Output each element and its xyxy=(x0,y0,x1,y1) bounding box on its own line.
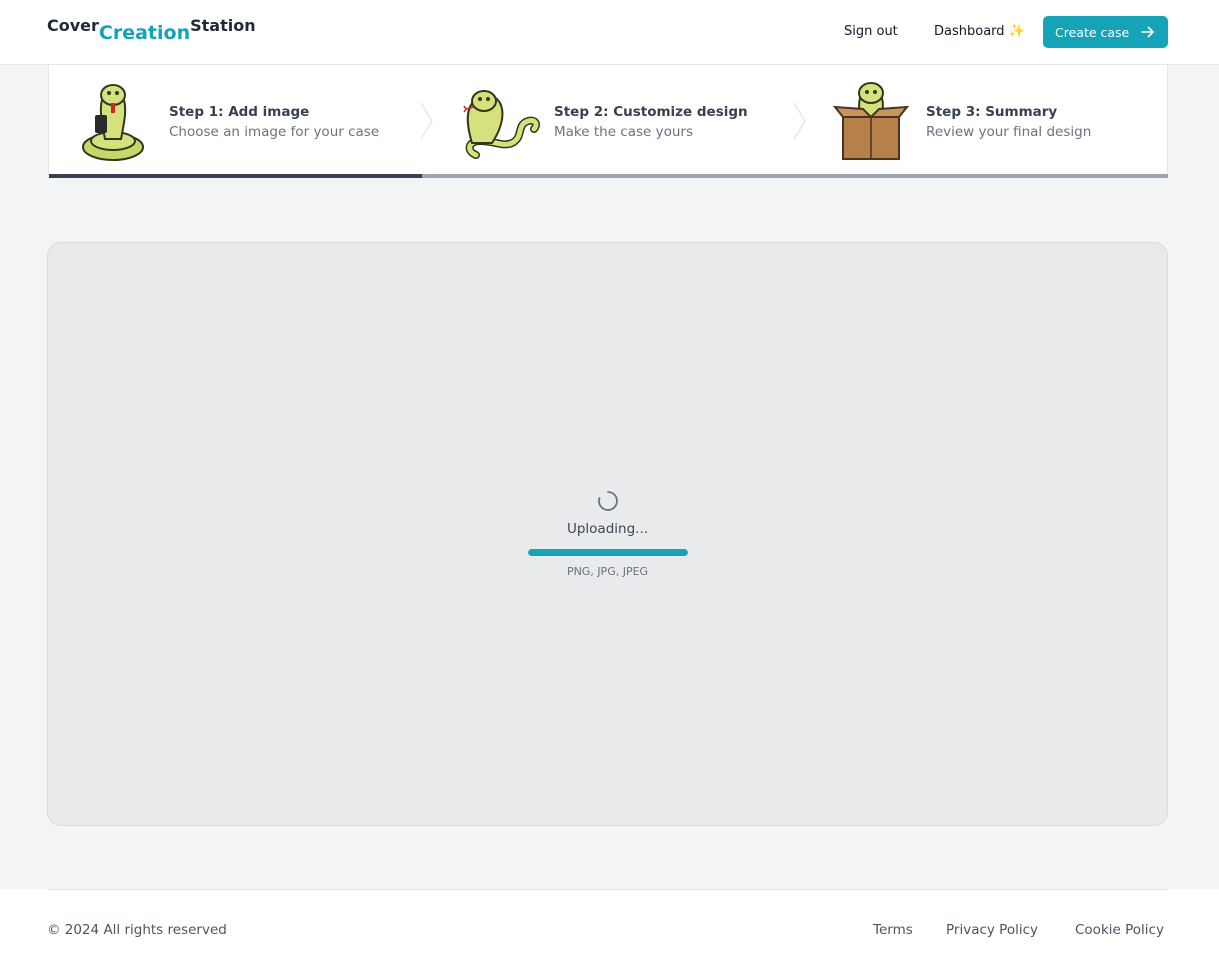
step-description: Review your final design xyxy=(926,124,1092,140)
upload-dropzone[interactable]: Uploading... PNG, JPG, JPEG xyxy=(47,242,1168,826)
copyright-text: © 2024 All rights reserved xyxy=(47,922,227,938)
dashboard-link[interactable]: Dashboard ✨ xyxy=(934,22,1025,42)
cookie-policy-link[interactable]: Cookie Policy xyxy=(1075,920,1164,940)
cobra-icon xyxy=(463,90,540,159)
step-title: Step 3: Summary xyxy=(926,104,1058,120)
step-progress-bar xyxy=(422,174,795,178)
logo-word-creation: Creation xyxy=(98,22,191,44)
progress-steps: Step 1: Add image Choose an image for yo… xyxy=(48,65,1168,178)
step-progress-bar xyxy=(49,174,422,178)
step-title: Step 2: Customize design xyxy=(554,104,748,120)
step-customize-design: Step 2: Customize design Make the case y… xyxy=(422,65,795,178)
upload-progress-bar xyxy=(528,549,688,556)
logo-word-cover: Cover xyxy=(47,16,99,35)
privacy-policy-link[interactable]: Privacy Policy xyxy=(946,920,1038,940)
arrow-right-icon xyxy=(1141,26,1154,38)
create-case-button[interactable]: Create case xyxy=(1043,16,1168,48)
terms-link[interactable]: Terms xyxy=(873,920,913,940)
site-footer: © 2024 All rights reserved Terms Privacy… xyxy=(0,889,1219,961)
footer-divider xyxy=(48,889,1168,890)
step-progress-bar xyxy=(795,174,1168,178)
step-description: Make the case yours xyxy=(554,124,694,140)
step-title: Step 1: Add image xyxy=(169,104,310,120)
site-header: Cover Creation Station Sign out Dashboar… xyxy=(0,0,1219,65)
step-description: Choose an image for your case xyxy=(169,124,380,140)
cobra-with-phone-icon xyxy=(82,84,144,161)
create-case-label: Create case xyxy=(1055,24,1130,40)
spinner-icon xyxy=(598,491,618,511)
upload-status-text: Uploading... xyxy=(566,521,649,537)
accepted-formats: PNG, JPG, JPEG xyxy=(566,565,649,578)
step-add-image: Step 1: Add image Choose an image for yo… xyxy=(49,65,422,178)
cobra-in-box-icon xyxy=(833,82,909,160)
logo-word-station: Station xyxy=(190,16,256,35)
upload-progress-fill xyxy=(528,549,688,556)
sign-out-link[interactable]: Sign out xyxy=(844,22,898,42)
logo[interactable]: Cover Creation Station xyxy=(47,14,256,50)
step-summary: Step 3: Summary Review your final design xyxy=(795,65,1168,178)
